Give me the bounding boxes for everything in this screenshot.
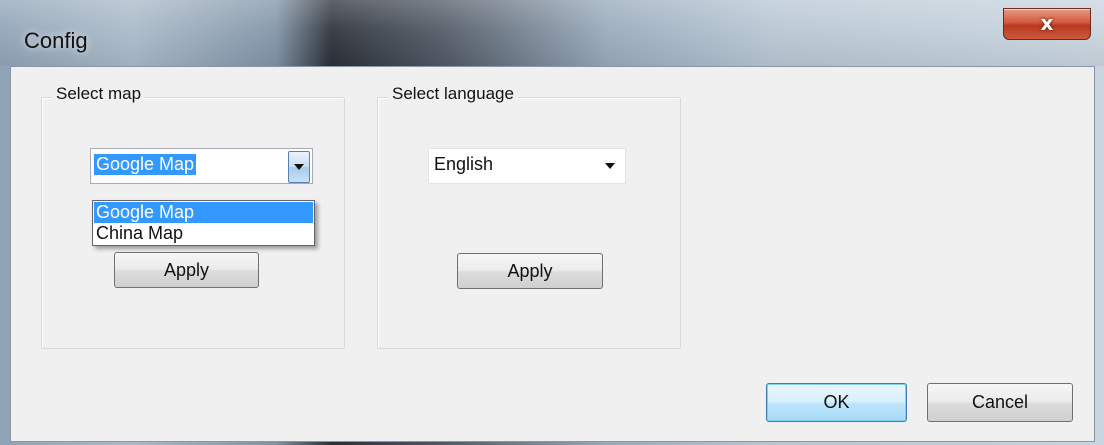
select-language-group: Select language: [377, 84, 681, 349]
map-select[interactable]: Google Map: [90, 148, 313, 184]
title-bar[interactable]: Config x: [0, 0, 1104, 66]
language-select-value: English: [434, 154, 494, 174]
map-dropdown-list: Google Map China Map: [92, 200, 315, 246]
ok-button[interactable]: OK: [766, 383, 907, 422]
language-select[interactable]: English: [428, 148, 626, 184]
map-select-dropdown-button[interactable]: [288, 151, 310, 183]
select-language-legend: Select language: [388, 84, 518, 104]
config-window: Config x Select map Google Map Google Ma…: [0, 0, 1104, 445]
map-option-google[interactable]: Google Map: [94, 202, 313, 223]
close-icon: x: [1040, 11, 1054, 35]
cancel-button[interactable]: Cancel: [927, 383, 1073, 422]
map-apply-button[interactable]: Apply: [114, 252, 259, 288]
chevron-down-icon: [605, 163, 615, 169]
dialog-client-area: Select map Google Map Google Map China M…: [10, 66, 1095, 442]
map-select-value: Google Map: [94, 154, 197, 175]
close-button[interactable]: x: [1003, 8, 1091, 40]
map-option-china[interactable]: China Map: [94, 223, 313, 244]
language-apply-button[interactable]: Apply: [457, 253, 603, 289]
select-map-legend: Select map: [52, 84, 146, 104]
window-title: Config: [24, 28, 88, 53]
chevron-down-icon: [294, 164, 304, 170]
